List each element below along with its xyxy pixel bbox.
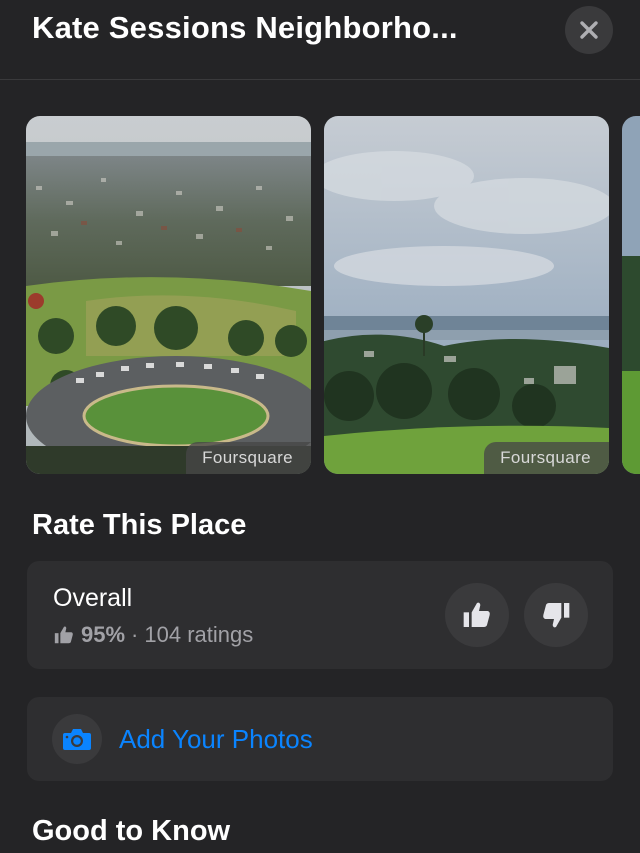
close-button[interactable] bbox=[565, 6, 613, 54]
rating-card: Overall 95% · 104 ratings bbox=[27, 561, 613, 669]
sheet-header: Kate Sessions Neighborho... bbox=[0, 0, 640, 80]
rating-separator: · bbox=[131, 622, 139, 647]
photo-source-badge: Foursquare bbox=[186, 442, 311, 474]
rate-section-heading: Rate This Place bbox=[32, 509, 247, 541]
thumbs-down-icon bbox=[543, 603, 570, 628]
photo-bay-view-image bbox=[324, 116, 609, 474]
place-title: Kate Sessions Neighborho... bbox=[32, 10, 458, 45]
ratings-count: 104 ratings bbox=[144, 622, 254, 647]
close-icon bbox=[580, 21, 598, 39]
place-sheet: Kate Sessions Neighborho... Foursquare F… bbox=[0, 0, 640, 853]
add-photos-label: Add Your Photos bbox=[119, 724, 313, 754]
camera-icon-badge bbox=[52, 714, 102, 764]
photo-partial-image bbox=[622, 116, 640, 474]
photo-aerial-park[interactable]: Foursquare bbox=[26, 116, 311, 474]
photo-aerial-park-image bbox=[26, 116, 311, 474]
thumbs-up-button[interactable] bbox=[445, 583, 509, 647]
thumbs-up-icon bbox=[463, 602, 490, 627]
add-photos-button[interactable]: Add Your Photos bbox=[27, 697, 613, 781]
photo-bay-view[interactable]: Foursquare bbox=[324, 116, 609, 474]
photo-carousel[interactable]: Foursquare Foursquare bbox=[0, 116, 640, 474]
thumbs-up-small-icon bbox=[54, 626, 73, 644]
overall-label: Overall bbox=[53, 584, 133, 612]
rating-summary: 95% · 104 ratings bbox=[53, 621, 253, 649]
thumbs-down-button[interactable] bbox=[524, 583, 588, 647]
camera-icon bbox=[63, 729, 91, 750]
rating-percent: 95% bbox=[81, 622, 126, 647]
photo-partial[interactable] bbox=[622, 116, 640, 474]
photo-source-badge: Foursquare bbox=[484, 442, 609, 474]
good-to-know-heading: Good to Know bbox=[32, 815, 231, 847]
